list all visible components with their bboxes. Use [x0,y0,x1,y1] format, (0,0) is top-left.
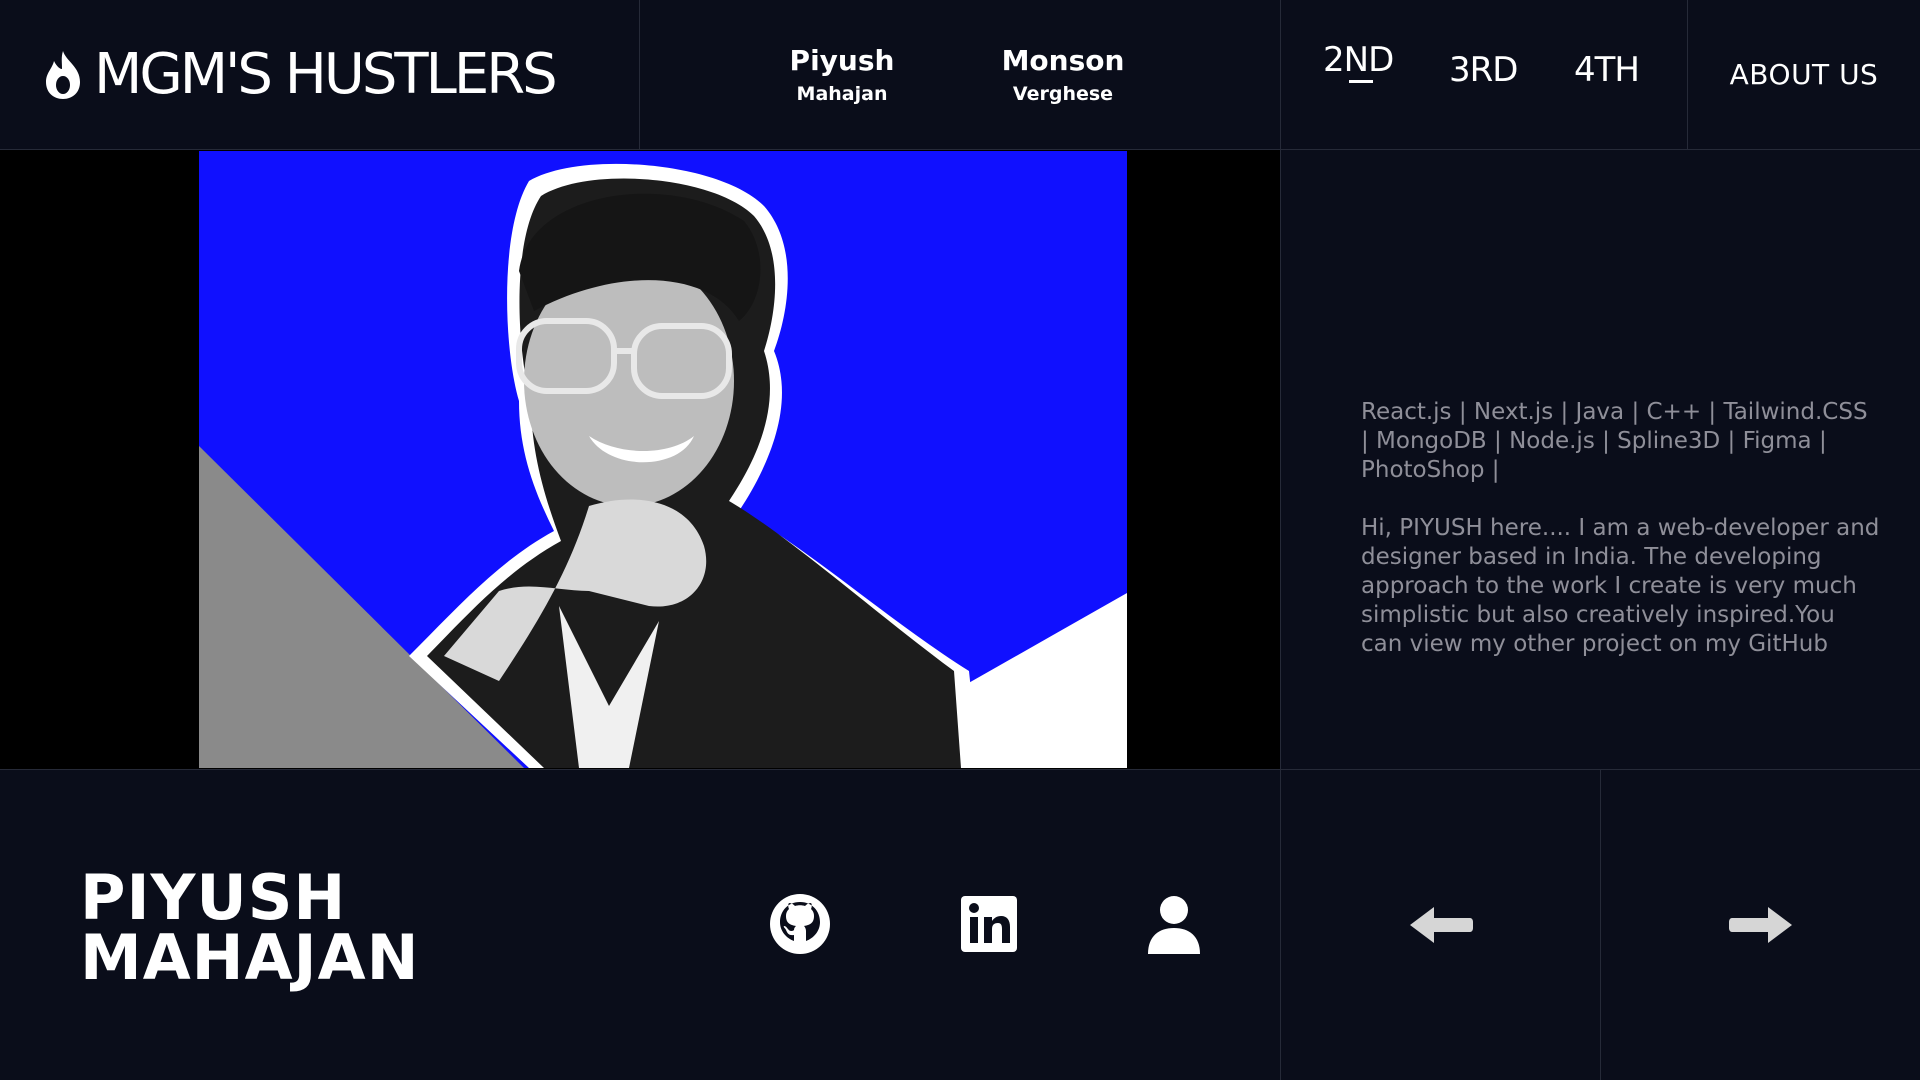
profile-info-panel: React.js | Next.js | Java | C++ | Tailwi… [1281,150,1920,770]
profile-name-line2: MAHAJAN [80,921,420,994]
next-profile-button[interactable] [1601,770,1920,1080]
flame-icon [46,50,80,99]
member-last-name: Mahajan [796,83,888,105]
about-us-link[interactable]: ABOUT US [1688,0,1920,150]
profile-photo [199,151,1127,768]
bio-text: Hi, PIYUSH here.... I am a web-developer… [1361,515,1880,657]
about-us-label: ABOUT US [1729,58,1879,91]
github-icon[interactable] [768,892,832,956]
brand-name: MGM'S HUSTLERS [94,42,558,107]
linkedin-icon[interactable] [957,892,1021,956]
arrow-right-icon [1728,907,1792,943]
year-tab-2nd[interactable]: 2ND [1323,40,1394,83]
member-first-name: Piyush [789,44,895,77]
profile-name: PIYUSH MAHAJAN [80,861,420,994]
profile-name-panel: PIYUSH MAHAJAN [0,770,1281,1080]
profile-name-line1: PIYUSH [80,861,347,934]
year-tab-4th[interactable]: 4TH [1574,50,1640,90]
arrow-left-icon [1409,907,1473,943]
member-last-name: Verghese [1012,83,1114,105]
brand-logo[interactable]: MGM'S HUSTLERS [0,0,640,150]
skills-list: React.js | Next.js | Java | C++ | Tailwi… [1361,399,1868,483]
previous-profile-button[interactable] [1281,770,1601,1080]
year-tab-3rd[interactable]: 3RD [1449,50,1518,90]
year-nav: 2ND 3RD 4TH [1281,0,1688,150]
member-first-name: Monson [1001,44,1125,77]
profile-photo-panel [0,150,1281,770]
member-link-monson[interactable]: Monson Verghese [943,44,1183,105]
member-nav: Piyush Mahajan Monson Verghese [640,0,1281,150]
user-icon[interactable] [1142,892,1206,956]
member-link-piyush[interactable]: Piyush Mahajan [722,44,962,105]
